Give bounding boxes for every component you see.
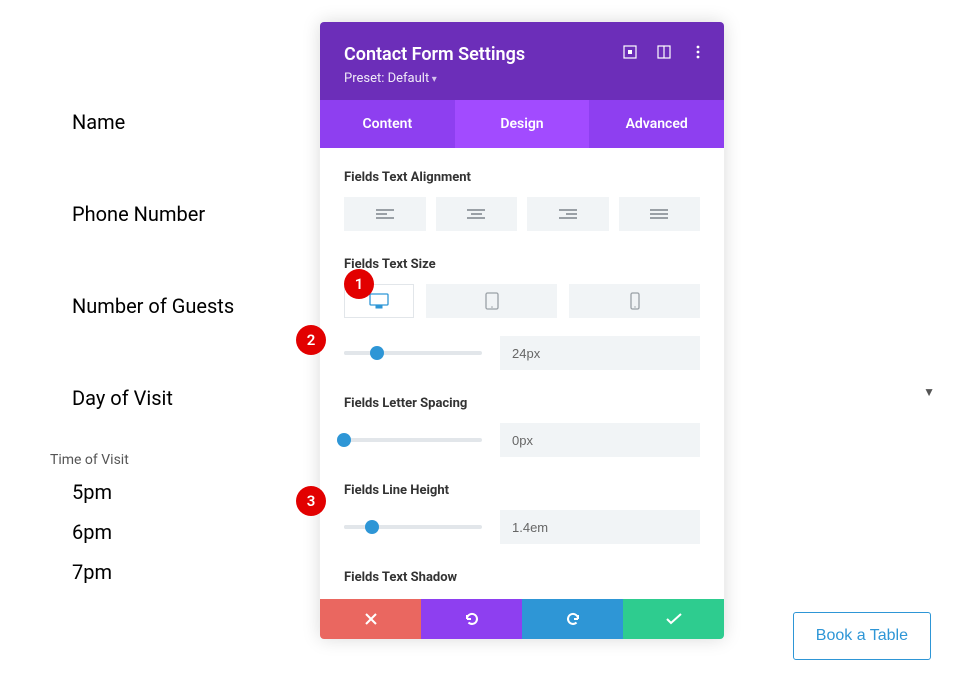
columns-icon[interactable] — [656, 44, 672, 60]
annotation-2: 2 — [296, 325, 326, 355]
field-guests[interactable]: Number of Guests — [72, 294, 234, 318]
text-size-value[interactable] — [500, 336, 700, 370]
alignment-label: Fields Text Alignment — [344, 170, 700, 185]
time-7pm[interactable]: 7pm — [72, 560, 112, 584]
text-size-label: Fields Text Size — [344, 257, 700, 272]
undo-button[interactable] — [421, 599, 522, 639]
letter-spacing-thumb[interactable] — [337, 433, 351, 447]
annotation-1: 1 — [344, 269, 374, 299]
time-5pm[interactable]: 5pm — [72, 480, 112, 504]
form-fields: Name Phone Number Number of Guests Day o… — [72, 110, 234, 478]
text-size-thumb[interactable] — [370, 346, 384, 360]
line-height-value[interactable] — [500, 510, 700, 544]
save-button[interactable] — [623, 599, 724, 639]
line-height-slider[interactable] — [344, 525, 482, 529]
field-phone[interactable]: Phone Number — [72, 202, 234, 226]
alignment-group — [344, 197, 700, 231]
panel-header: Contact Form Settings Preset: Default — [320, 22, 724, 100]
preset-dropdown[interactable]: Preset: Default — [344, 71, 700, 86]
redo-icon — [565, 611, 581, 627]
text-size-slider[interactable] — [344, 351, 482, 355]
align-left-button[interactable] — [344, 197, 426, 231]
field-name[interactable]: Name — [72, 110, 234, 134]
cancel-button[interactable] — [320, 599, 421, 639]
redo-button[interactable] — [522, 599, 623, 639]
book-a-table-button[interactable]: Book a Table — [793, 612, 931, 660]
time-of-visit-label: Time of Visit — [50, 452, 129, 468]
device-phone-button[interactable] — [569, 284, 700, 318]
device-tablet-button[interactable] — [426, 284, 557, 318]
tab-content[interactable]: Content — [320, 100, 455, 148]
check-icon — [666, 613, 682, 625]
tab-advanced[interactable]: Advanced — [589, 100, 724, 148]
align-center-button[interactable] — [436, 197, 518, 231]
device-group — [344, 284, 700, 318]
more-icon[interactable] — [690, 44, 706, 60]
line-height-label: Fields Line Height — [344, 483, 700, 498]
text-shadow-label: Fields Text Shadow — [344, 570, 700, 585]
settings-panel: Contact Form Settings Preset: Default Co… — [320, 22, 724, 639]
annotation-3: 3 — [296, 486, 326, 516]
chevron-down-icon[interactable]: ▼ — [923, 385, 935, 399]
tab-design[interactable]: Design — [455, 100, 590, 148]
line-height-slider-row — [344, 510, 700, 544]
align-justify-button[interactable] — [619, 197, 701, 231]
letter-spacing-value[interactable] — [500, 423, 700, 457]
undo-icon — [464, 611, 480, 627]
tabs: Content Design Advanced — [320, 100, 724, 148]
panel-footer — [320, 599, 724, 639]
align-right-button[interactable] — [527, 197, 609, 231]
field-day[interactable]: Day of Visit — [72, 386, 234, 410]
letter-spacing-slider-row — [344, 423, 700, 457]
time-options: 5pm 6pm 7pm — [72, 480, 112, 600]
text-size-slider-row — [344, 336, 700, 370]
responsive-icon[interactable] — [622, 44, 638, 60]
letter-spacing-label: Fields Letter Spacing — [344, 396, 700, 411]
close-icon — [365, 613, 377, 625]
time-6pm[interactable]: 6pm — [72, 520, 112, 544]
panel-body: Fields Text Alignment Fields Text Size — [320, 148, 724, 585]
line-height-thumb[interactable] — [365, 520, 379, 534]
letter-spacing-slider[interactable] — [344, 438, 482, 442]
